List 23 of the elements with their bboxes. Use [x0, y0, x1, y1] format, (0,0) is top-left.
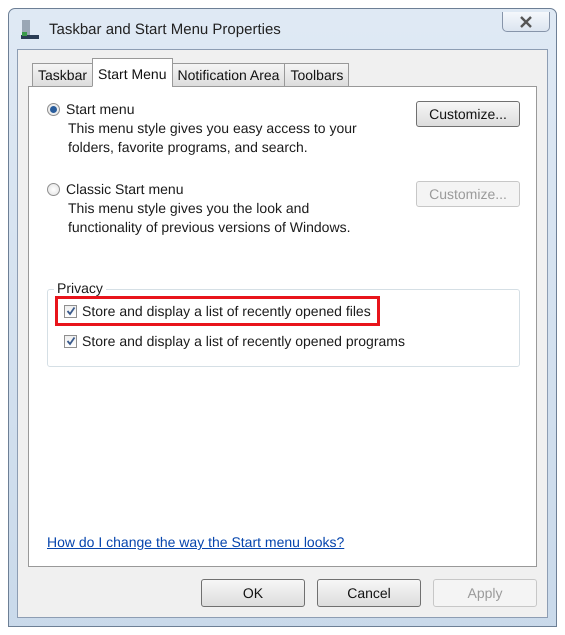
checkbox-label: Store and display a list of recently opened programs [82, 333, 405, 349]
tab[interactable]: Start Menu [92, 58, 173, 87]
dialog-button[interactable]: Cancel [317, 579, 421, 607]
checkbox[interactable] [64, 334, 77, 348]
radio-label: Classic Start menu [66, 181, 184, 197]
group-title: Privacy [54, 280, 106, 296]
close-button[interactable] [502, 12, 550, 32]
close-icon [519, 16, 533, 28]
checkbox[interactable] [64, 304, 77, 318]
description: This menu style gives you the look and functionality of previous versions of Windows. [68, 199, 352, 237]
radio-button[interactable] [47, 102, 60, 116]
tab[interactable]: Notification Area [172, 63, 286, 87]
radio-button[interactable] [47, 182, 60, 196]
help-link[interactable]: How do I change the way the Start menu looks? [47, 534, 344, 550]
description: This menu style gives you easy access to your folders, favorite programs, and search. [68, 119, 358, 157]
checkbox-label: Store and display a list of recently opened files [82, 303, 371, 319]
customize-button[interactable]: Customize... [416, 101, 520, 127]
dialog-button[interactable]: OK [201, 579, 305, 607]
window-title: Taskbar and Start Menu Properties [49, 20, 282, 38]
taskbar-icon [19, 18, 41, 40]
radio-label: Start menu [66, 101, 134, 117]
tab[interactable]: Toolbars [284, 63, 350, 87]
tab[interactable]: Taskbar [32, 63, 94, 87]
